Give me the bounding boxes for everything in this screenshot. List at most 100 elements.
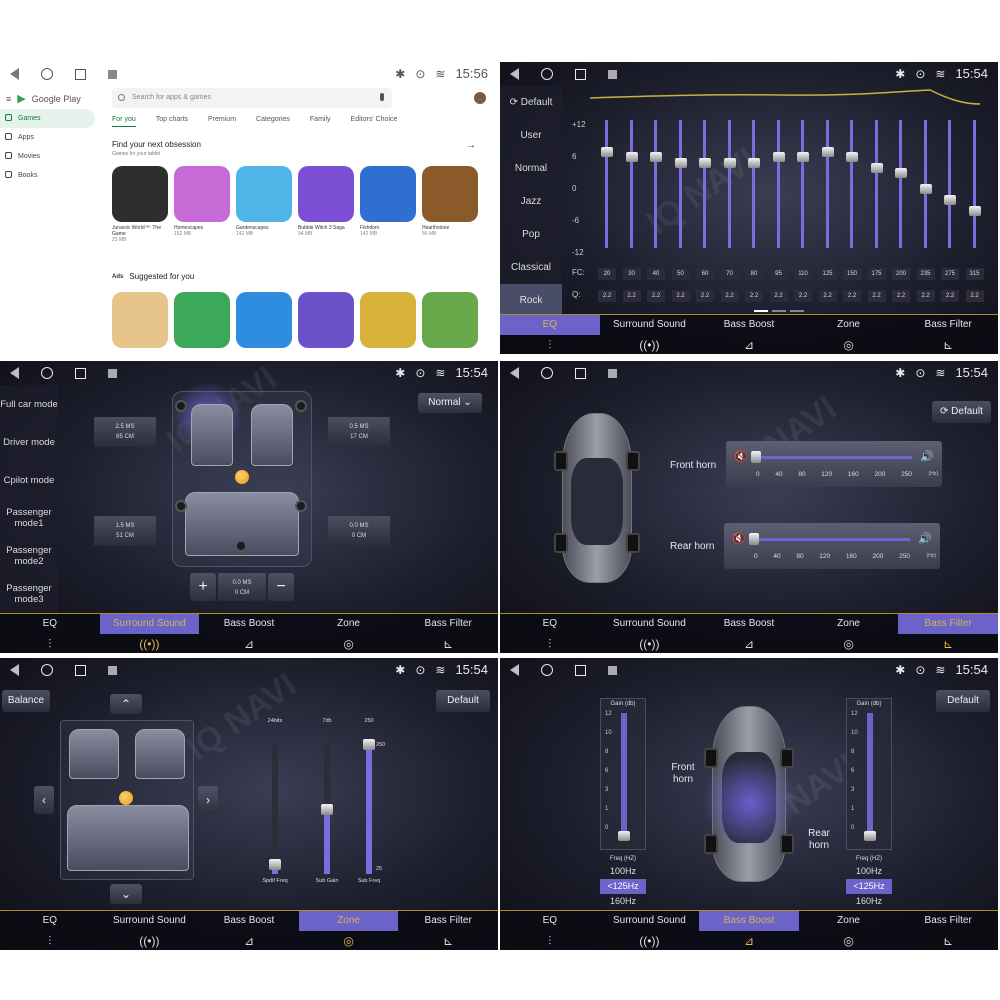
- zone-icon[interactable]: ◎: [799, 634, 899, 653]
- bass-filter-icon[interactable]: ⊾: [898, 931, 998, 950]
- sidebar-item-movies[interactable]: Movies: [0, 147, 95, 166]
- suggested-app-card[interactable]: [112, 292, 168, 348]
- app-card[interactable]: Hearthstone 56 MB: [422, 166, 478, 243]
- slider-knob[interactable]: [321, 804, 333, 815]
- mode-6[interactable]: Passenger mode3: [0, 575, 58, 613]
- eq-knob[interactable]: [944, 195, 956, 205]
- tab-zone[interactable]: Zone: [799, 614, 899, 634]
- default-button[interactable]: ⟳ Default: [932, 401, 991, 423]
- tab-categories[interactable]: Categories: [256, 116, 290, 127]
- eq-knob[interactable]: [625, 152, 638, 163]
- recents-icon[interactable]: [575, 367, 586, 379]
- zone-icon[interactable]: ◎: [799, 931, 899, 950]
- back-icon[interactable]: [510, 664, 519, 676]
- app-card[interactable]: Jurassic World™: The Game 23 MB: [112, 166, 168, 243]
- mode-5[interactable]: Passenger mode2: [0, 537, 58, 575]
- suggested-app-card[interactable]: [422, 292, 478, 348]
- eq-band[interactable]: 125 2.2: [818, 116, 837, 316]
- eq-band[interactable]: 30 2.2: [622, 116, 641, 316]
- tab-eq[interactable]: EQ: [0, 911, 100, 931]
- sidebar-item-apps[interactable]: Apps: [0, 128, 95, 147]
- recents-icon[interactable]: [75, 367, 86, 379]
- preset-rock[interactable]: Rock: [500, 284, 562, 317]
- sidebar-item-books[interactable]: Books: [0, 166, 95, 185]
- home-icon[interactable]: [41, 68, 53, 80]
- slider-knob[interactable]: [749, 533, 759, 545]
- tab-top-charts[interactable]: Top charts: [156, 116, 188, 127]
- tab-eq[interactable]: EQ: [500, 614, 600, 634]
- suggested-app-card[interactable]: [360, 292, 416, 348]
- recents-icon[interactable]: [75, 664, 86, 676]
- slider-knob[interactable]: [751, 451, 761, 463]
- eq-sliders-icon[interactable]: ⫶: [0, 931, 100, 950]
- eq-knob[interactable]: [968, 205, 981, 216]
- eq-sliders-icon[interactable]: ⫶: [500, 634, 600, 653]
- bass-filter-icon[interactable]: ⊾: [398, 931, 498, 950]
- tab-editors-choice[interactable]: Editors' Choice: [351, 116, 398, 127]
- bass-boost-icon[interactable]: ⊿: [699, 931, 799, 950]
- back-icon[interactable]: [10, 367, 19, 379]
- eq-band[interactable]: 60 2.2: [696, 116, 714, 316]
- bass-filter-icon[interactable]: ⊾: [398, 634, 498, 653]
- volume-icon[interactable]: 🔊: [918, 532, 932, 545]
- vertical-slider[interactable]: [321, 744, 333, 874]
- slider-knob[interactable]: [363, 739, 375, 750]
- eq-knob[interactable]: [821, 147, 834, 157]
- bass-boost-icon[interactable]: ⊿: [699, 335, 799, 354]
- down-arrow-button[interactable]: ⌄: [110, 884, 142, 904]
- eq-knob[interactable]: [674, 157, 687, 168]
- eq-band[interactable]: 175 2.2: [867, 116, 886, 316]
- back-icon[interactable]: [10, 68, 19, 80]
- tab-bass-boost[interactable]: Bass Boost: [699, 614, 799, 634]
- eq-knob[interactable]: [870, 163, 883, 173]
- eq-band[interactable]: 20 2.2: [598, 116, 616, 316]
- bass-boost-icon[interactable]: ⊿: [199, 931, 299, 950]
- decrease-button[interactable]: −: [268, 573, 294, 601]
- eq-knob[interactable]: [797, 152, 809, 163]
- suggested-app-card[interactable]: [236, 292, 292, 348]
- surround-icon[interactable]: ((•)): [100, 634, 200, 653]
- balance-point-handle[interactable]: [119, 791, 133, 805]
- default-button[interactable]: Default: [436, 690, 490, 712]
- front-horn-slider[interactable]: 🔇 🔊 0 40 80 120 160 200 250 (Hz): [726, 441, 942, 487]
- tab-eq[interactable]: EQ: [500, 315, 600, 335]
- tab-surround-sound[interactable]: Surround Sound: [600, 911, 700, 931]
- eq-band[interactable]: 200 2.2: [892, 116, 910, 316]
- back-icon[interactable]: [510, 68, 519, 80]
- preset-user[interactable]: User: [500, 119, 562, 152]
- recents-icon[interactable]: [575, 68, 586, 80]
- eq-band[interactable]: 110 2.2: [794, 116, 812, 316]
- home-icon[interactable]: [541, 664, 553, 676]
- tab-bass-boost[interactable]: Bass Boost: [199, 911, 299, 931]
- tab-for-you[interactable]: For you: [112, 116, 136, 127]
- tab-bass-filter[interactable]: Bass Filter: [898, 614, 998, 634]
- tab-family[interactable]: Family: [310, 116, 331, 127]
- gain-knob[interactable]: [618, 831, 630, 841]
- eq-knob[interactable]: [650, 152, 662, 163]
- tab-bass-filter[interactable]: Bass Filter: [898, 911, 998, 931]
- home-icon[interactable]: [41, 664, 53, 676]
- app-card[interactable]: Homescapes 152 MB: [174, 166, 230, 243]
- rear-horn-slider[interactable]: 🔇 🔊 0 40 80 120 160 200 250 (Hz): [724, 523, 940, 569]
- mode-3[interactable]: Cpilot mode: [0, 461, 58, 499]
- slider-knob[interactable]: [269, 858, 281, 870]
- tab-surround-sound[interactable]: Surround Sound: [600, 315, 700, 335]
- zone-icon[interactable]: ◎: [299, 931, 399, 950]
- eq-band[interactable]: 150 2.2: [843, 116, 861, 316]
- balance-button[interactable]: Balance: [2, 690, 50, 712]
- mode-2[interactable]: Driver mode: [0, 423, 58, 461]
- increase-button[interactable]: +: [190, 573, 216, 601]
- mute-icon[interactable]: 🔇: [734, 450, 748, 463]
- freq-option[interactable]: 100Hz: [600, 864, 646, 879]
- eq-knob[interactable]: [723, 157, 736, 168]
- eq-band[interactable]: 70 2.2: [720, 116, 739, 316]
- default-button[interactable]: Default: [936, 690, 990, 712]
- surround-icon[interactable]: ((•)): [600, 634, 700, 653]
- recents-icon[interactable]: [575, 664, 586, 676]
- suggested-app-card[interactable]: [174, 292, 230, 348]
- eq-knob[interactable]: [699, 157, 711, 168]
- up-arrow-button[interactable]: ⌃: [110, 694, 142, 714]
- tab-bass-boost[interactable]: Bass Boost: [699, 315, 799, 335]
- volume-icon[interactable]: 🔊: [920, 450, 934, 463]
- surround-icon[interactable]: ((•)): [600, 335, 700, 354]
